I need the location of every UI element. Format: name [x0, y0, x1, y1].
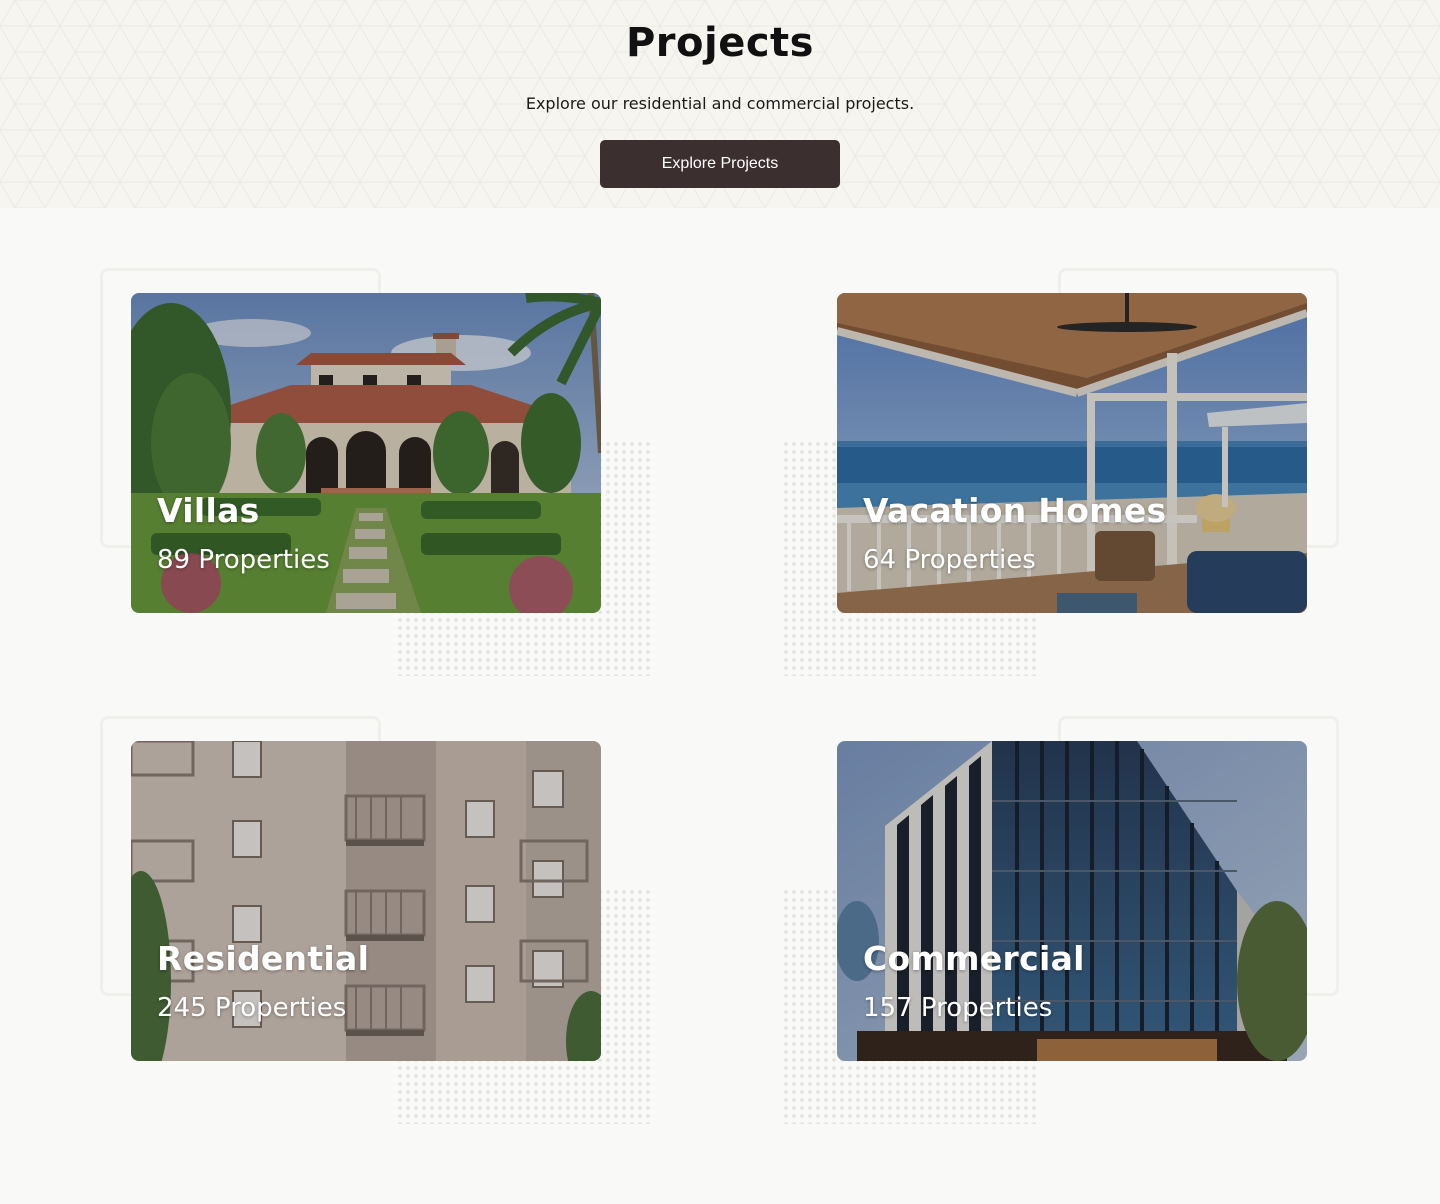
card-title: Commercial	[863, 939, 1085, 978]
card-property-count: 64 Properties	[863, 545, 1036, 575]
project-card-commercial[interactable]: Commercial 157 Properties	[837, 741, 1307, 1061]
project-card-villas[interactable]: Villas 89 Properties	[131, 293, 601, 613]
hero-section: Projects Explore our residential and com…	[0, 0, 1440, 208]
card-property-count: 157 Properties	[863, 993, 1053, 1023]
project-card-residential[interactable]: Residential 245 Properties	[131, 741, 601, 1061]
card-title: Residential	[157, 939, 370, 978]
explore-projects-button[interactable]: Explore Projects	[600, 140, 840, 188]
project-card-vacation-homes[interactable]: Vacation Homes 64 Properties	[837, 293, 1307, 613]
card-property-count: 245 Properties	[157, 993, 347, 1023]
page-subtitle: Explore our residential and commercial p…	[525, 94, 915, 113]
card-title: Vacation Homes	[863, 491, 1167, 530]
page-title: Projects	[625, 20, 814, 66]
card-property-count: 89 Properties	[157, 545, 330, 575]
card-title: Villas	[157, 491, 260, 530]
